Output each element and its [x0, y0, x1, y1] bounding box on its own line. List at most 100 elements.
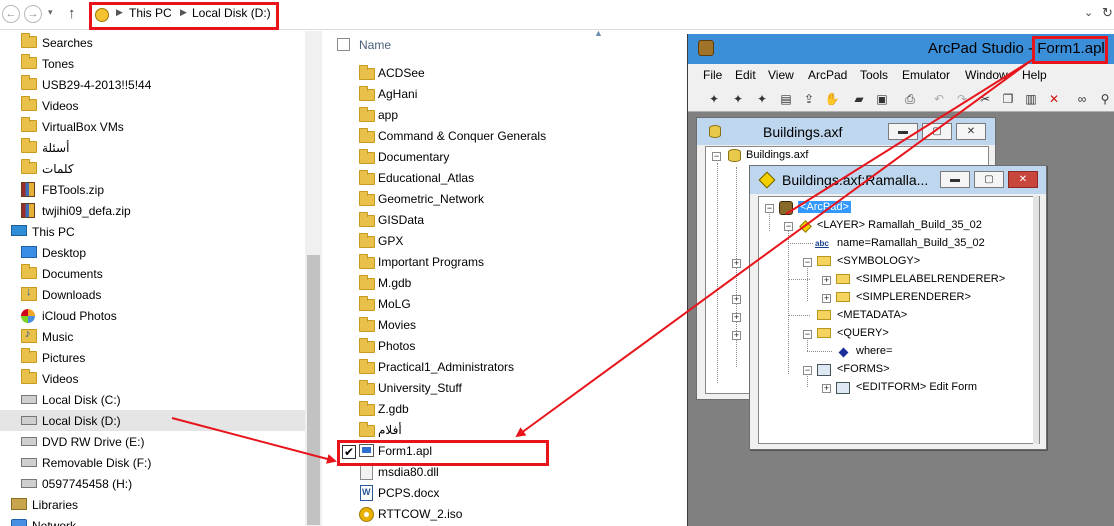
- tree-node-simplerenderer[interactable]: <SIMPLERENDERER>: [856, 291, 971, 303]
- win2-title-bar[interactable]: Buildings.axf:Ramalla... ▬ ▢ ✕: [750, 166, 1046, 194]
- recent-dropdown-icon[interactable]: ▾: [48, 7, 53, 18]
- expand-toggle[interactable]: +: [732, 313, 741, 322]
- nav-item[interactable]: Music: [0, 326, 305, 347]
- tree-node-arcpad[interactable]: <ArcPad>: [798, 201, 851, 213]
- collapse-toggle[interactable]: −: [803, 366, 812, 375]
- tree-root-buildings[interactable]: Buildings.axf: [746, 149, 808, 161]
- up-arrow-icon[interactable]: ↑: [68, 5, 76, 22]
- redo-icon[interactable]: ↷: [954, 91, 970, 107]
- nav-item[interactable]: Local Disk (C:): [0, 389, 305, 410]
- collapse-toggle[interactable]: −: [712, 152, 721, 161]
- file-row[interactable]: PCPS.docx: [358, 483, 678, 504]
- tree-node-name-attr[interactable]: name=Ramallah_Build_35_02: [837, 237, 985, 249]
- nav-item[interactable]: VirtualBox VMs: [0, 116, 305, 137]
- nav-item[interactable]: iCloud Photos: [0, 305, 305, 326]
- export-icon[interactable]: ⇪: [801, 91, 817, 107]
- expand-toggle[interactable]: +: [732, 331, 741, 340]
- column-header-name[interactable]: Name: [359, 38, 391, 52]
- nav-item[interactable]: USB29-4-2013!!5!44: [0, 74, 305, 95]
- file-row[interactable]: GPX: [358, 231, 678, 252]
- file-row[interactable]: RTTCOW_2.iso: [358, 504, 678, 525]
- tree-node-layer[interactable]: <LAYER> Ramallah_Build_35_02: [817, 219, 982, 231]
- close-button[interactable]: ✕: [956, 123, 986, 140]
- open-folder-icon[interactable]: ▰: [851, 91, 867, 107]
- file-row[interactable]: Important Programs: [358, 252, 678, 273]
- tree-node-metadata[interactable]: <METADATA>: [837, 309, 907, 321]
- nav-item[interactable]: Desktop: [0, 242, 305, 263]
- file-row[interactable]: Documentary: [358, 147, 678, 168]
- nav-item[interactable]: أسئلة: [0, 137, 305, 158]
- nav-item[interactable]: twjihi09_defa.zip: [0, 200, 305, 221]
- undo-icon[interactable]: ↶: [931, 91, 947, 107]
- nav-item[interactable]: Videos: [0, 95, 305, 116]
- nav-item[interactable]: DVD RW Drive (E:): [0, 431, 305, 452]
- minimize-button[interactable]: ▬: [888, 123, 918, 140]
- expand-toggle[interactable]: +: [822, 294, 831, 303]
- file-row[interactable]: GISData: [358, 210, 678, 231]
- file-row[interactable]: ACDSee: [358, 63, 678, 84]
- nav-item[interactable]: Libraries: [0, 494, 305, 515]
- nav-item[interactable]: Downloads: [0, 284, 305, 305]
- file-row[interactable]: M.gdb: [358, 273, 678, 294]
- select-all-checkbox[interactable]: [337, 38, 350, 51]
- maximize-button[interactable]: ▢: [974, 171, 1004, 188]
- file-row[interactable]: Practical1_Administrators: [358, 357, 678, 378]
- nav-item[interactable]: كلمات: [0, 158, 305, 179]
- file-row[interactable]: Movies: [358, 315, 678, 336]
- refresh-icon[interactable]: ↻: [1102, 5, 1113, 21]
- collapse-toggle[interactable]: −: [803, 258, 812, 267]
- paste-icon[interactable]: ▥: [1023, 91, 1039, 107]
- nav-item[interactable]: 0597745458 (H:): [0, 473, 305, 494]
- file-checkbox[interactable]: ✔: [342, 445, 356, 459]
- binoculars-icon[interactable]: ∞: [1074, 91, 1090, 107]
- tree-node-forms[interactable]: <FORMS>: [837, 363, 890, 375]
- menu-emulator[interactable]: Emulator: [902, 68, 950, 82]
- wand-icon[interactable]: ✦: [730, 91, 746, 107]
- print-icon[interactable]: ⎙: [902, 91, 918, 107]
- hand-icon[interactable]: ✋: [824, 91, 840, 107]
- file-row[interactable]: Educational_Atlas: [358, 168, 678, 189]
- maximize-button[interactable]: ▢: [922, 123, 952, 140]
- delete-icon[interactable]: ✕: [1046, 91, 1062, 107]
- nav-item[interactable]: This PC: [0, 221, 305, 242]
- menu-file[interactable]: File: [703, 68, 722, 82]
- tree-node-editform[interactable]: <EDITFORM> Edit Form: [856, 381, 977, 393]
- nav-item[interactable]: Documents: [0, 263, 305, 284]
- chevron-down-icon[interactable]: ⌄: [1084, 6, 1093, 19]
- tree-node-simplelabelrenderer[interactable]: <SIMPLELABELRENDERER>: [856, 273, 1005, 285]
- file-row[interactable]: University_Stuff: [358, 378, 678, 399]
- nav-scrollbar-thumb[interactable]: [307, 255, 320, 525]
- back-arrow-icon[interactable]: ←: [2, 5, 20, 23]
- nav-item[interactable]: Videos: [0, 368, 305, 389]
- nav-item[interactable]: Searches: [0, 32, 305, 53]
- menu-window[interactable]: Window: [965, 68, 1008, 82]
- nav-item[interactable]: Local Disk (D:): [0, 410, 305, 431]
- nav-item[interactable]: Network: [0, 515, 305, 526]
- find-replace-icon[interactable]: ⚲: [1097, 91, 1113, 107]
- nav-item[interactable]: FBTools.zip: [0, 179, 305, 200]
- menu-arcpad[interactable]: ArcPad: [808, 68, 847, 82]
- wand-icon[interactable]: ✦: [754, 91, 770, 107]
- file-row[interactable]: AgHani: [358, 84, 678, 105]
- expand-toggle[interactable]: +: [732, 295, 741, 304]
- menu-view[interactable]: View: [768, 68, 794, 82]
- wand-icon[interactable]: ✦: [706, 91, 722, 107]
- expand-toggle[interactable]: +: [822, 384, 831, 393]
- forward-arrow-icon[interactable]: →: [24, 5, 42, 23]
- nav-item[interactable]: Pictures: [0, 347, 305, 368]
- file-row[interactable]: app: [358, 105, 678, 126]
- expand-toggle[interactable]: +: [732, 259, 741, 268]
- script-icon[interactable]: ▤: [778, 91, 794, 107]
- save-icon[interactable]: ▣: [874, 91, 890, 107]
- file-row[interactable]: Geometric_Network: [358, 189, 678, 210]
- menu-edit[interactable]: Edit: [735, 68, 756, 82]
- menu-tools[interactable]: Tools: [860, 68, 888, 82]
- file-row[interactable]: أفلام: [358, 420, 678, 441]
- file-row[interactable]: Z.gdb: [358, 399, 678, 420]
- collapse-toggle[interactable]: −: [803, 330, 812, 339]
- collapse-toggle[interactable]: −: [765, 204, 774, 213]
- file-row[interactable]: MoLG: [358, 294, 678, 315]
- collapse-toggle[interactable]: −: [784, 222, 793, 231]
- tree-node-query[interactable]: <QUERY>: [837, 327, 889, 339]
- tree-node-symbology[interactable]: <SYMBOLOGY>: [837, 255, 920, 267]
